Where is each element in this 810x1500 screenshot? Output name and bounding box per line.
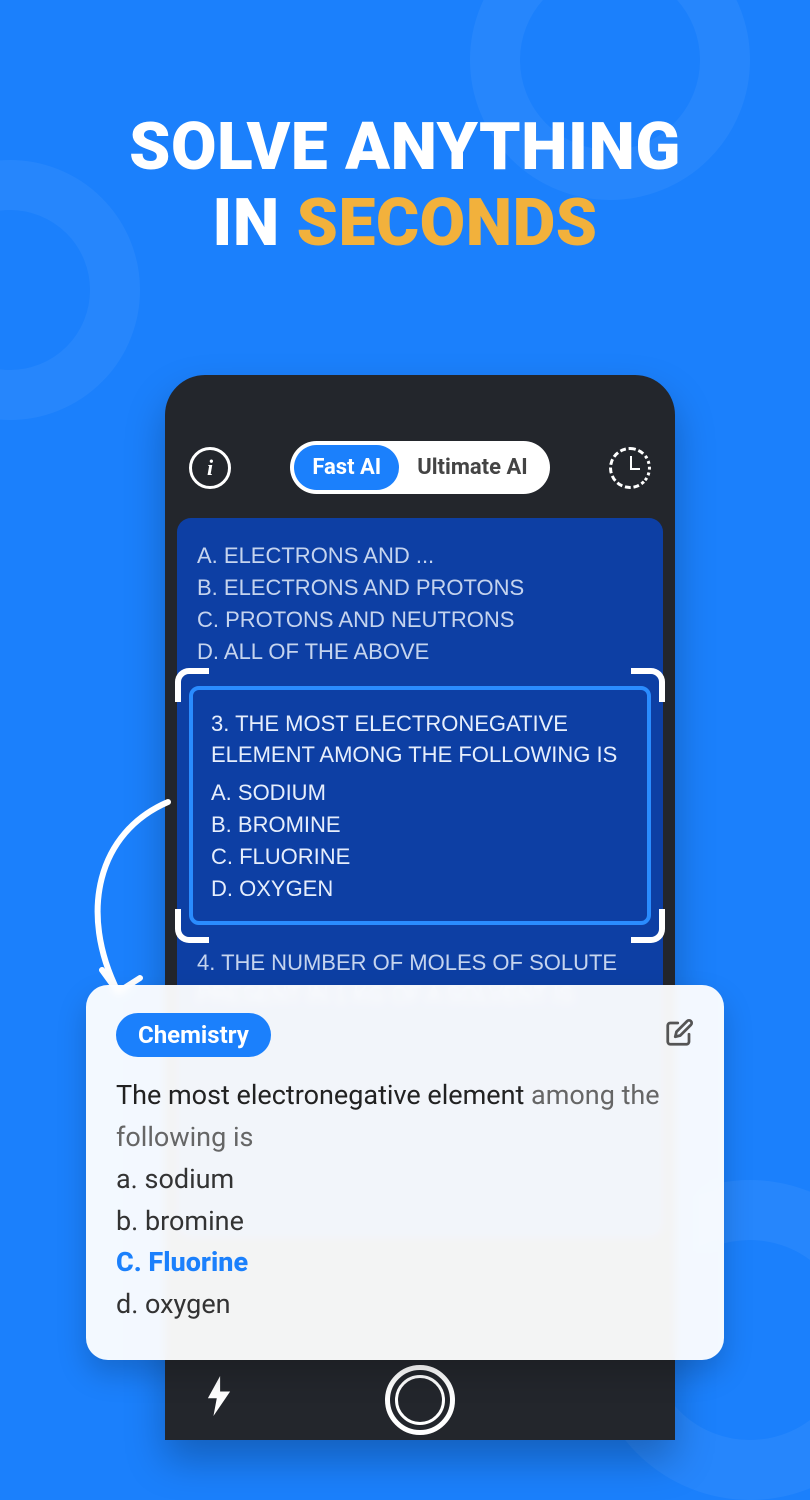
selected-question: 3. THE MOST ELECTRONEGATIVE ELEMENT AMON… [189, 686, 651, 925]
answer-card: Chemistry The most electronegative eleme… [86, 985, 724, 1360]
camera-controls [165, 1360, 675, 1440]
option-d: d. oxygen [116, 1284, 694, 1326]
toggle-fast-ai[interactable]: Fast AI [294, 445, 399, 490]
headline-line2b: SECONDS [297, 185, 598, 262]
crop-corner-tl[interactable] [175, 668, 209, 702]
headline-line1: SOLVE ANYTHING [0, 110, 810, 186]
subject-badge[interactable]: Chemistry [116, 1013, 271, 1057]
option-b: b. bromine [116, 1201, 694, 1243]
crop-frame[interactable]: 3. THE MOST ELECTRONEGATIVE ELEMENT AMON… [189, 686, 651, 925]
top-bar: i Fast AI Ultimate AI [165, 375, 675, 518]
arrow-icon [68, 792, 188, 1012]
crop-corner-br[interactable] [631, 909, 665, 943]
shutter-button[interactable] [385, 1365, 455, 1435]
answer-question-lead: The most electronegative element [116, 1079, 531, 1111]
edit-icon[interactable] [664, 1018, 694, 1052]
option-a: a. sodium [116, 1159, 694, 1201]
headline-line2a: IN [212, 185, 296, 262]
previous-question-partial: A. ELECTRONS AND ... B. ELECTRONS AND PR… [197, 540, 643, 668]
history-icon[interactable] [609, 447, 651, 489]
answer-body: The most electronegative element among t… [116, 1075, 694, 1326]
ai-mode-toggle[interactable]: Fast AI Ultimate AI [290, 441, 549, 494]
toggle-ultimate-ai[interactable]: Ultimate AI [399, 445, 545, 490]
info-icon[interactable]: i [189, 447, 231, 489]
option-c-correct: C. Fluorine [116, 1242, 694, 1284]
flash-icon[interactable] [205, 1376, 233, 1425]
headline: SOLVE ANYTHING IN SECONDS [0, 110, 810, 262]
crop-corner-tr[interactable] [631, 668, 665, 702]
